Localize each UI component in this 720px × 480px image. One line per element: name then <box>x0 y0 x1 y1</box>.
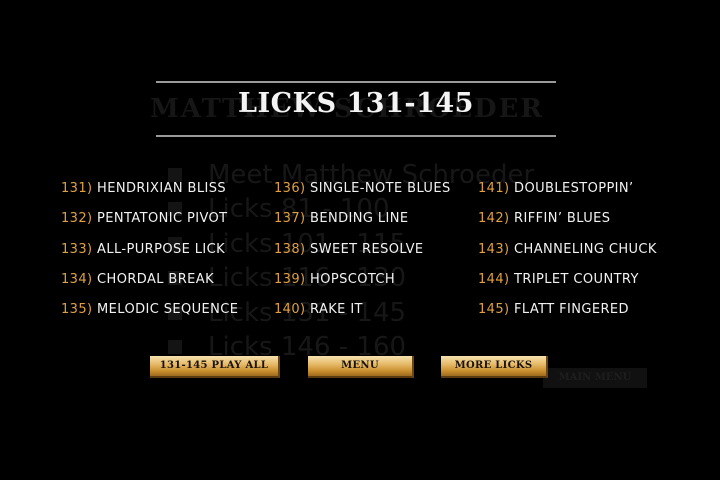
lick-title: DOUBLESTOPPIN’ <box>514 181 634 196</box>
lick-134[interactable]: 134) CHORDAL BREAK <box>61 272 214 287</box>
lick-number: 141) <box>478 181 510 196</box>
lick-title: CHANNELING CHUCK <box>514 242 657 257</box>
ghost-bullet <box>168 340 182 354</box>
lick-133[interactable]: 133) ALL-PURPOSE LICK <box>61 242 225 257</box>
lick-number: 142) <box>478 211 510 226</box>
lick-title: FLATT FINGERED <box>514 302 629 317</box>
lick-number: 133) <box>61 242 93 257</box>
lick-142[interactable]: 142) RIFFIN’ BLUES <box>478 211 610 226</box>
lick-title: PENTATONIC PIVOT <box>97 211 228 226</box>
lick-131[interactable]: 131) HENDRIXIAN BLISS <box>61 181 226 196</box>
lick-number: 145) <box>478 302 510 317</box>
lick-title: HENDRIXIAN BLISS <box>97 181 227 196</box>
lick-136[interactable]: 136) SINGLE-NOTE BLUES <box>274 181 451 196</box>
lick-title: RAKE IT <box>310 302 363 317</box>
title-rule-bottom <box>156 135 556 137</box>
more-licks-button[interactable]: MORE LICKS <box>441 356 548 378</box>
lick-number: 131) <box>61 181 93 196</box>
lick-number: 138) <box>274 242 306 257</box>
ghost-bullet <box>168 168 182 182</box>
lick-144[interactable]: 144) TRIPLET COUNTRY <box>478 272 639 287</box>
play-all-button[interactable]: 131-145 PLAY ALL <box>150 356 280 378</box>
lick-number: 137) <box>274 211 306 226</box>
lick-141[interactable]: 141) DOUBLESTOPPIN’ <box>478 181 634 196</box>
lick-title: RIFFIN’ BLUES <box>514 211 611 226</box>
title-rule-top <box>156 81 556 83</box>
lick-title: BENDING LINE <box>310 211 409 226</box>
lick-title: TRIPLET COUNTRY <box>514 272 639 287</box>
lick-title: SINGLE-NOTE BLUES <box>310 181 451 196</box>
lick-title: HOPSCOTCH <box>310 272 396 287</box>
lick-title: SWEET RESOLVE <box>310 242 424 257</box>
lick-number: 140) <box>274 302 306 317</box>
lick-138[interactable]: 138) SWEET RESOLVE <box>274 242 424 257</box>
lick-number: 135) <box>61 302 93 317</box>
lick-title: CHORDAL BREAK <box>97 272 214 287</box>
lick-139[interactable]: 139) HOPSCOTCH <box>274 272 395 287</box>
lick-number: 134) <box>61 272 93 287</box>
lick-number: 132) <box>61 211 93 226</box>
lick-number: 139) <box>274 272 306 287</box>
lick-145[interactable]: 145) FLATT FINGERED <box>478 302 629 317</box>
lick-143[interactable]: 143) CHANNELING CHUCK <box>478 242 657 257</box>
lick-135[interactable]: 135) MELODIC SEQUENCE <box>61 302 238 317</box>
lick-132[interactable]: 132) PENTATONIC PIVOT <box>61 211 228 226</box>
ghost-main-menu-button: MAIN MENU <box>543 368 647 388</box>
lick-number: 144) <box>478 272 510 287</box>
lick-140[interactable]: 140) RAKE IT <box>274 302 363 317</box>
lick-number: 143) <box>478 242 510 257</box>
page-title: LICKS 131-145 <box>238 88 474 119</box>
lick-137[interactable]: 137) BENDING LINE <box>274 211 409 226</box>
lick-title: ALL-PURPOSE LICK <box>97 242 226 257</box>
lick-number: 136) <box>274 181 306 196</box>
menu-button[interactable]: MENU <box>308 356 414 378</box>
lick-title: MELODIC SEQUENCE <box>97 302 239 317</box>
